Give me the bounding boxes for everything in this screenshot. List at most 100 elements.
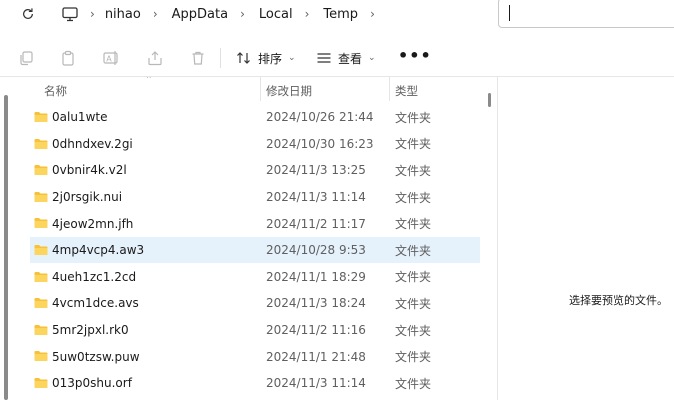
sort-icon	[237, 52, 250, 64]
delete-button[interactable]	[188, 48, 208, 68]
breadcrumb-item-nihao[interactable]: nihao	[105, 7, 141, 22]
file-name: 4mp4vcp4.aw3	[52, 243, 145, 258]
file-name: 0dhndxev.2gi	[52, 136, 133, 151]
table-row[interactable]: 5uw0tzsw.puw 2024/11/1 21:48 文件夹	[0, 343, 497, 370]
copy-icon	[20, 51, 33, 66]
file-modified-date: 2024/11/3 11:14	[266, 190, 366, 205]
view-label: 查看	[338, 51, 363, 66]
address-bar: › nihao › AppData › Local › Temp ›	[0, 0, 674, 30]
folder-icon	[34, 351, 48, 362]
rename-button[interactable]: A	[102, 48, 122, 68]
file-modified-date: 2024/11/2 11:17	[266, 216, 366, 231]
file-type: 文件夹	[395, 137, 432, 152]
folder-icon	[34, 377, 48, 388]
file-rows: 0alu1wte 2024/10/26 21:44 文件夹 0dhndxev.2gi 2…	[0, 104, 497, 397]
copy-button[interactable]	[16, 48, 36, 68]
breadcrumb: › nihao › AppData › Local › Temp ›	[62, 0, 389, 28]
chevron-right-icon[interactable]: ›	[305, 7, 310, 21]
folder-icon	[34, 271, 48, 282]
folder-icon	[34, 324, 48, 335]
file-name: 5mr2jpxl.rk0	[52, 323, 129, 338]
file-type: 文件夹	[395, 190, 432, 205]
folder-icon	[34, 138, 48, 149]
file-name: 0vbnir4k.v2l	[52, 163, 127, 178]
file-type: 文件夹	[395, 163, 432, 178]
column-divider[interactable]	[260, 77, 261, 101]
file-list: ⌃ 名称 修改日期 类型 0alu1wte 2024/10/26 21:44 文件夹…	[0, 77, 497, 400]
folder-icon	[34, 112, 48, 122]
file-modified-date: 2024/10/26 21:44	[266, 110, 374, 125]
share-button[interactable]	[145, 48, 165, 68]
chevron-down-icon: ⌄	[368, 53, 376, 63]
text-caret	[509, 5, 510, 21]
chevron-right-icon[interactable]: ›	[90, 7, 95, 21]
folder-icon	[34, 244, 48, 255]
file-modified-date: 2024/11/1 18:29	[266, 269, 366, 284]
folder-icon	[34, 298, 48, 309]
scrollbar-left[interactable]	[4, 95, 8, 400]
file-modified-date: 2024/10/30 16:23	[266, 136, 374, 151]
table-row[interactable]: 013p0shu.orf 2024/11/3 11:14 文件夹	[0, 370, 497, 397]
refresh-icon	[23, 8, 33, 19]
clipboard-icon	[62, 50, 74, 66]
file-modified-date: 2024/11/2 11:16	[266, 323, 366, 338]
chevron-right-icon[interactable]: ›	[240, 7, 245, 21]
search-box[interactable]	[498, 0, 674, 28]
folder-icon	[34, 165, 48, 176]
file-type: 文件夹	[395, 323, 432, 338]
file-type: 文件夹	[395, 217, 432, 232]
table-row[interactable]: 2j0rsgik.nui 2024/11/3 11:14 文件夹	[0, 184, 497, 211]
column-divider[interactable]	[389, 77, 390, 101]
column-type[interactable]: 类型	[395, 83, 418, 99]
file-type: 文件夹	[395, 110, 432, 125]
search-input[interactable]	[507, 0, 674, 27]
column-header: ⌃ 名称 修改日期 类型	[0, 77, 497, 101]
sort-ascending-icon: ⌃	[145, 77, 153, 85]
sort-button[interactable]: 排序 ⌄	[236, 46, 296, 70]
file-modified-date: 2024/11/1 21:48	[266, 349, 366, 364]
file-type: 文件夹	[395, 350, 432, 365]
view-button[interactable]: 查看 ⌄	[316, 46, 376, 70]
table-row[interactable]: 4ueh1zc1.2cd 2024/11/1 18:29 文件夹	[0, 264, 497, 291]
file-name: 0alu1wte	[52, 110, 108, 125]
file-name: 4jeow2mn.jfh	[52, 216, 134, 231]
table-row[interactable]: 0vbnir4k.v2l 2024/11/3 13:25 文件夹	[0, 157, 497, 184]
rename-icon: A	[103, 51, 118, 65]
breadcrumb-item-appdata[interactable]: AppData	[172, 7, 228, 22]
folder-icon	[34, 218, 48, 229]
file-modified-date: 2024/11/3 18:24	[266, 296, 366, 311]
file-name: 013p0shu.orf	[52, 376, 132, 391]
share-icon	[148, 51, 162, 66]
file-name: 5uw0tzsw.puw	[52, 349, 140, 364]
file-type: 文件夹	[395, 296, 432, 311]
table-row[interactable]: 4vcm1dce.avs 2024/11/3 18:24 文件夹	[0, 290, 497, 317]
paste-button[interactable]	[58, 48, 78, 68]
table-row[interactable]: 0dhndxev.2gi 2024/10/30 16:23 文件夹	[0, 131, 497, 158]
file-type: 文件夹	[395, 243, 432, 258]
breadcrumb-item-temp[interactable]: Temp	[323, 7, 358, 22]
file-modified-date: 2024/10/28 9:53	[266, 243, 366, 258]
file-name: 4vcm1dce.avs	[52, 296, 139, 311]
view-icon	[317, 53, 331, 63]
chevron-right-icon[interactable]: ›	[153, 7, 158, 21]
table-row[interactable]: 4mp4vcp4.aw3 2024/10/28 9:53 文件夹	[0, 236, 497, 264]
trash-icon	[192, 51, 204, 65]
monitor-icon[interactable]	[62, 6, 78, 22]
command-divider	[220, 48, 221, 68]
table-row[interactable]: 5mr2jpxl.rk0 2024/11/2 11:16 文件夹	[0, 317, 497, 344]
column-modified[interactable]: 修改日期	[266, 83, 312, 99]
file-name: 2j0rsgik.nui	[52, 190, 123, 205]
breadcrumb-item-local[interactable]: Local	[259, 7, 293, 22]
preview-message: 选择要预览的文件。	[569, 294, 668, 307]
file-modified-date: 2024/11/3 11:14	[266, 376, 366, 391]
column-name[interactable]: 名称	[44, 83, 67, 99]
chevron-right-icon[interactable]: ›	[370, 7, 375, 21]
more-options-button[interactable]: •••	[398, 46, 432, 65]
table-row[interactable]: 4jeow2mn.jfh 2024/11/2 11:17 文件夹	[0, 210, 497, 237]
folder-icon	[34, 191, 48, 202]
refresh-button[interactable]	[16, 3, 40, 25]
sort-label: 排序	[258, 51, 283, 66]
command-bar: A 排序 ⌄ 查看 ⌄ •••	[0, 38, 674, 76]
scrollbar-thumb[interactable]	[488, 93, 491, 107]
table-row[interactable]: 0alu1wte 2024/10/26 21:44 文件夹	[0, 104, 497, 131]
